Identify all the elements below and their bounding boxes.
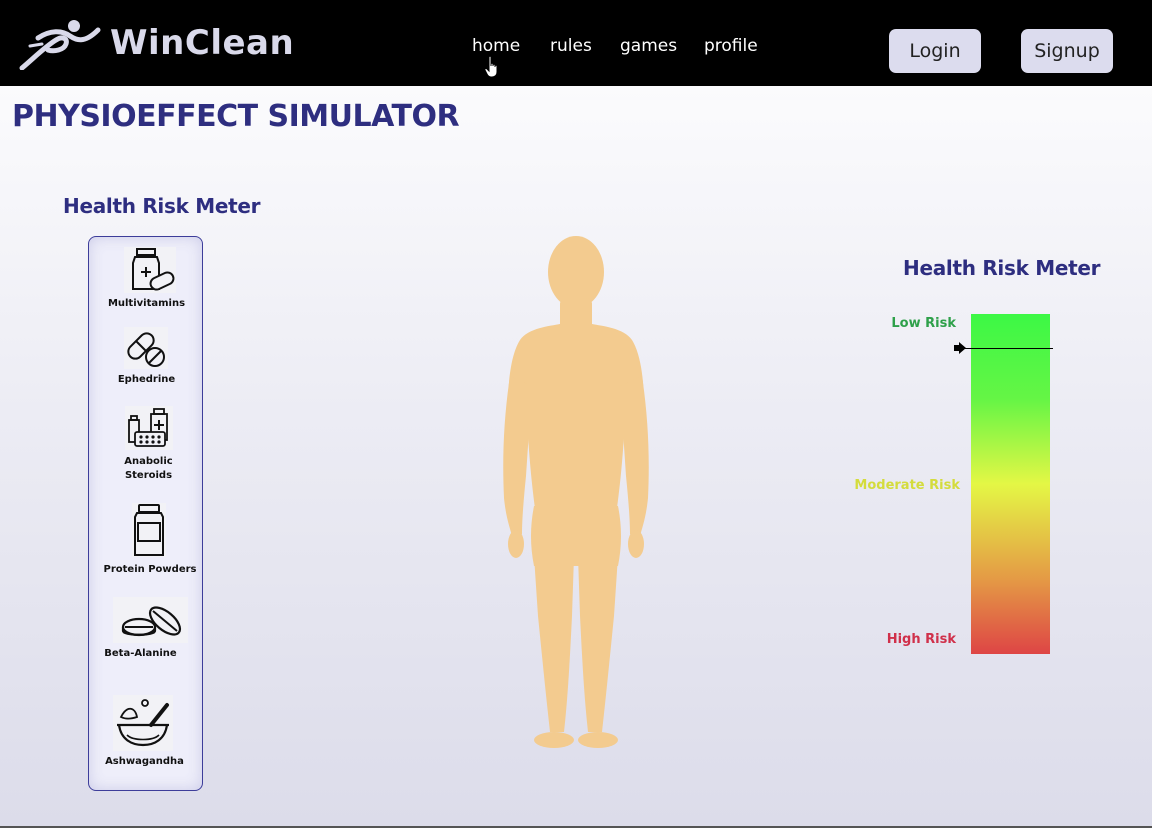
nav-rules[interactable]: rules	[550, 36, 592, 56]
supplement-ashwagandha[interactable]: Ashwagandha	[89, 695, 204, 771]
risk-meter-gradient-bar	[971, 314, 1050, 654]
risk-indicator-line	[963, 348, 1053, 349]
human-body-figure	[503, 236, 649, 748]
tablets-icon	[113, 597, 188, 643]
supplement-label: Ephedrine	[117, 374, 176, 385]
supplement-label: Beta-Alanine	[104, 648, 177, 659]
runner-logo-icon	[19, 20, 101, 70]
risk-meter-heading: Health Risk Meter	[903, 256, 1101, 280]
supplement-multivitamins[interactable]: Multivitamins	[89, 245, 204, 311]
mortar-pestle-icon	[113, 695, 173, 751]
supplement-label: Protein Powders	[103, 564, 197, 575]
supplement-label: Anabolic Steroids	[124, 456, 173, 481]
moderate-risk-label: Moderate Risk	[854, 478, 960, 493]
nav-profile[interactable]: profile	[704, 36, 758, 56]
supplement-ephedrine[interactable]: Ephedrine	[89, 327, 204, 389]
login-button[interactable]: Login	[889, 29, 981, 73]
medicine-set-icon	[125, 406, 173, 450]
brand-name: WinClean	[110, 23, 295, 63]
top-navbar: WinClean home rules games profile Login …	[0, 0, 1152, 86]
supplement-panel: Multivitamins Ephedrine Anabolic Steroid…	[88, 236, 203, 791]
high-risk-label: High Risk	[886, 632, 956, 647]
page-title: PHYSIOEFFECT SIMULATOR	[12, 99, 460, 134]
hand-pointer-cursor-icon	[484, 55, 498, 78]
risk-indicator-arrow-icon	[954, 342, 966, 354]
nav-games[interactable]: games	[620, 36, 677, 56]
protein-jar-icon	[132, 503, 166, 557]
low-risk-label: Low Risk	[891, 316, 956, 331]
supplement-anabolic-steroids[interactable]: Anabolic Steroids	[89, 405, 204, 483]
supplement-label: Multivitamins	[107, 298, 186, 309]
signup-button[interactable]: Signup	[1021, 29, 1113, 73]
supplement-protein-powders[interactable]: Protein Powders	[89, 503, 204, 575]
nav-home[interactable]: home	[472, 36, 520, 56]
supplement-label: Ashwagandha	[105, 756, 184, 767]
pill-bottle-icon	[124, 247, 176, 293]
supplements-heading: Health Risk Meter	[63, 194, 261, 218]
capsule-icon	[124, 327, 168, 369]
brand-logo[interactable]: WinClean	[18, 16, 294, 70]
supplement-beta-alanine[interactable]: Beta-Alanine	[89, 597, 204, 663]
